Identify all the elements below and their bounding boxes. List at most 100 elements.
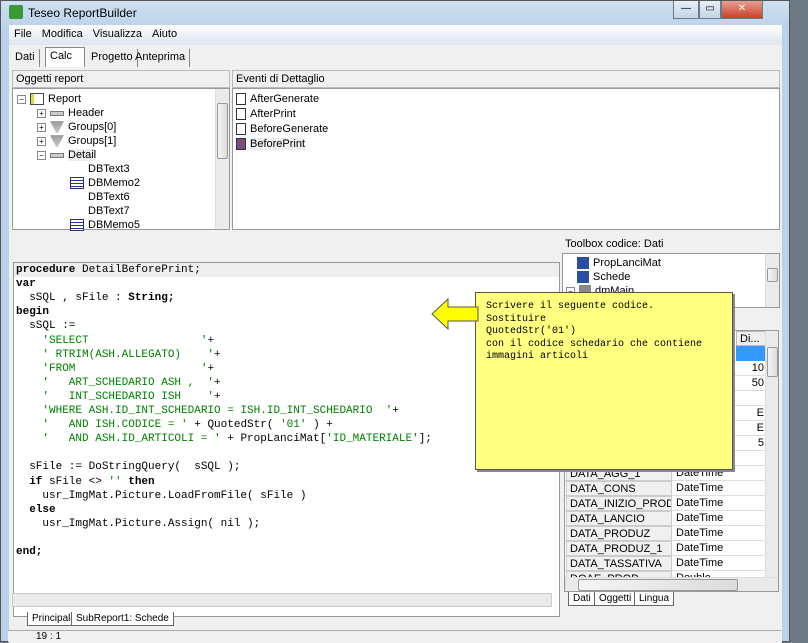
field-row[interactable]: DATA_INIZIO_PRODU DateTime <box>565 496 765 511</box>
code-line: begin <box>16 305 49 319</box>
code-token: + <box>207 362 215 375</box>
tab-subreport-schede[interactable]: SubReport1: Schede <box>71 612 174 626</box>
tree-item[interactable]: + Groups[1] <box>37 134 116 148</box>
code-line: 'FROM '+ <box>16 362 214 376</box>
field-size <box>736 466 766 481</box>
code-token: + QuotedStr( <box>187 419 281 432</box>
field-type: DateTime <box>676 527 724 539</box>
menu-file[interactable]: File <box>9 25 37 43</box>
events-list: AfterGenerate AfterPrint BeforeGenerate Bef… <box>232 88 780 230</box>
expand-toggle[interactable]: + <box>37 108 46 118</box>
tree-item[interactable]: − Detail <box>37 148 97 162</box>
field-row[interactable]: DATA_TASSATIVA DateTime <box>565 556 765 571</box>
event-item[interactable]: BeforePrint <box>236 137 306 151</box>
tab-calc[interactable]: Calc <box>45 47 85 67</box>
tab-anteprima[interactable]: Anteprima <box>131 49 191 67</box>
string-literal: ' INT_SCHEDARIO ISH ' <box>16 390 215 403</box>
toolbox-item[interactable]: PropLanciMat <box>577 256 661 270</box>
event-item[interactable]: BeforeGenerate <box>236 122 328 136</box>
string-literal: '' <box>108 475 122 488</box>
keyword: procedure <box>16 264 76 276</box>
document-icon <box>236 123 246 136</box>
toolbox-item-label: PropLanciMat <box>593 257 661 269</box>
tree-item[interactable]: DBText6 <box>57 190 130 204</box>
event-item[interactable]: AfterPrint <box>236 107 296 121</box>
tree-item[interactable]: DBText3 <box>57 162 130 176</box>
field-row[interactable]: DATA_PRODUZ_1 DateTime <box>565 541 765 556</box>
field-size <box>736 391 766 406</box>
event-label: BeforePrint <box>250 138 306 150</box>
string-literal: ' AND ASH.ID_ARTICOLI = ' <box>16 433 221 446</box>
tree-item[interactable]: DBMemo5 <box>57 218 140 232</box>
field-size: 50 <box>751 377 764 389</box>
maximize-button[interactable]: ▭ <box>699 1 721 19</box>
code-line: procedure DetailBeforePrint; <box>14 263 559 277</box>
field-name: DATA_PRODUZ_1 <box>566 541 672 556</box>
objects-scrollbar[interactable] <box>215 89 229 229</box>
tree-item[interactable]: + Header <box>37 106 104 120</box>
dbtext-icon <box>70 163 84 176</box>
code-line: if sFile <> '' then <box>16 475 154 489</box>
code-token: usr_ImgMat.Picture.LoadFromFile( sFile ) <box>16 489 307 502</box>
field-type: DateTime <box>676 497 724 509</box>
field-name: DATA_PRODUZ <box>566 526 672 541</box>
document-icon <box>236 138 246 151</box>
tab-progetto[interactable]: Progetto <box>87 49 138 67</box>
code-line: ' INT_SCHEDARIO ISH '+ <box>16 390 220 404</box>
title-bar[interactable]: Teseo ReportBuilder — ▭ ✕ <box>1 1 789 23</box>
dbmemo-icon <box>70 177 84 190</box>
keyword: begin <box>16 306 50 319</box>
tree-item[interactable]: DBText7 <box>57 204 130 218</box>
report-tabs: Principale SubReport1: Schede <box>25 612 325 626</box>
tree-item[interactable]: − Report <box>17 92 81 106</box>
column-header[interactable]: Di... <box>736 331 766 346</box>
code-line: 'WHERE ASH.ID_INT_SCHEDARIO = ISH.ID_INT… <box>16 404 398 418</box>
tree-item[interactable]: + Groups[0] <box>37 120 116 134</box>
code-line: usr_ImgMat.Picture.LoadFromFile( sFile ) <box>16 489 306 503</box>
toolbox-item[interactable]: Schede <box>577 270 630 284</box>
toolbox-scrollbar[interactable] <box>765 254 779 307</box>
document-icon <box>236 93 246 106</box>
code-token: + <box>207 334 215 347</box>
code-line: 'SELECT '+ <box>16 334 214 348</box>
event-item[interactable]: AfterGenerate <box>236 92 319 106</box>
field-size: 10 <box>751 362 764 374</box>
grid-vscrollbar[interactable] <box>765 331 778 577</box>
keyword: if <box>29 475 43 488</box>
menu-modifica[interactable]: Modifica <box>37 25 88 43</box>
tab-right-lingua[interactable]: Lingua <box>634 592 675 606</box>
field-row[interactable]: DATA_PRODUZ DateTime <box>565 526 765 541</box>
field-size <box>736 346 766 361</box>
grid-hscrollbar[interactable] <box>565 577 778 591</box>
menu-visualizza[interactable]: Visualizza <box>88 25 147 43</box>
app-icon <box>9 5 23 19</box>
dbtext-icon <box>70 205 84 218</box>
band-icon <box>50 110 64 116</box>
code-line: else <box>16 503 55 517</box>
expand-toggle[interactable]: + <box>37 136 46 146</box>
code-hscrollbar[interactable] <box>12 593 552 607</box>
string-literal: 'SELECT ' <box>16 334 208 347</box>
tree-item[interactable]: DBMemo2 <box>57 176 140 190</box>
tab-right-dati[interactable]: Dati <box>568 592 596 606</box>
table-icon <box>577 257 589 270</box>
tab-right-oggetti[interactable]: Oggetti <box>594 592 637 606</box>
keyword: var <box>16 278 36 291</box>
minimize-button[interactable]: — <box>673 1 699 19</box>
expand-toggle[interactable]: + <box>37 122 46 132</box>
code-token: ]; <box>418 433 432 446</box>
tree-item-label: Detail <box>68 149 97 161</box>
field-name: DATA_LANCIO <box>566 511 672 526</box>
menu-aiuto[interactable]: Aiuto <box>147 25 182 43</box>
keyword: String; <box>128 292 175 305</box>
tab-dati[interactable]: Dati <box>11 49 40 67</box>
code-token: sSQL , sFile : <box>16 292 129 305</box>
expand-toggle[interactable]: − <box>17 94 26 104</box>
field-type: DateTime <box>676 482 724 494</box>
expand-toggle[interactable]: − <box>37 150 46 160</box>
close-button[interactable]: ✕ <box>721 1 763 19</box>
status-bar: 19 : 1 <box>8 630 781 642</box>
field-row[interactable]: DATA_LANCIO DateTime <box>565 511 765 526</box>
field-row[interactable]: DATA_CONS DateTime <box>565 481 765 496</box>
